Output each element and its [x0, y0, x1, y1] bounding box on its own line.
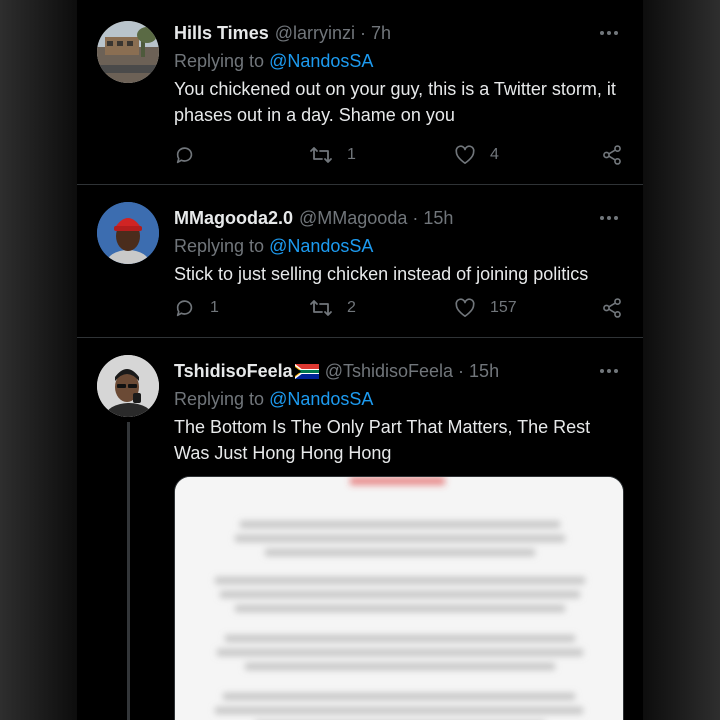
share-button[interactable] — [601, 140, 623, 170]
reply-icon — [176, 300, 193, 317]
like-icon — [455, 145, 475, 164]
avatar[interactable] — [97, 21, 159, 83]
share-button[interactable] — [601, 293, 623, 323]
replying-to: Replying to @NandosSA — [174, 386, 623, 412]
user-handle[interactable]: @MMagooda — [299, 205, 407, 231]
tweet-text: Stick to just selling chicken instead of… — [174, 264, 589, 284]
reply-thread: Hills Times @larryinzi · 7h Replying to … — [77, 0, 643, 720]
share-icon — [603, 145, 621, 165]
separator: · — [360, 23, 366, 43]
tweet-hills-times[interactable]: Hills Times @larryinzi · 7h Replying to … — [77, 0, 643, 185]
timestamp[interactable]: 7h — [371, 20, 391, 46]
south-africa-flag-icon — [294, 360, 319, 379]
like-button[interactable]: 157 — [454, 293, 517, 323]
like-icon — [455, 298, 475, 317]
replying-prefix: Replying to — [174, 236, 265, 256]
timestamp[interactable]: 15h — [469, 358, 499, 384]
action-bar: 1 2 157 — [174, 293, 623, 323]
retweet-button[interactable]: 2 — [309, 293, 356, 323]
like-count: 4 — [490, 146, 499, 163]
retweet-icon — [310, 147, 332, 163]
display-name[interactable]: TshidisoFeela — [174, 358, 293, 384]
mention-link[interactable]: @NandosSA — [269, 236, 373, 256]
avatar[interactable] — [97, 202, 159, 264]
separator: · — [458, 361, 465, 381]
tweet-mmagooda[interactable]: MMagooda2.0 @MMagooda · 15h Replying to … — [77, 185, 643, 338]
user-handle[interactable]: @larryinzi — [275, 20, 355, 46]
display-name[interactable]: Hills Times — [174, 20, 269, 46]
like-button[interactable]: 4 — [454, 140, 499, 170]
more-icon[interactable] — [595, 205, 623, 231]
tweet-tshidisofeela[interactable]: TshidisoFeela @TshidisoFeela · 15h Reply… — [77, 338, 643, 720]
action-bar: 1 4 — [174, 140, 623, 170]
mention-link[interactable]: @NandosSA — [269, 389, 373, 409]
reply-icon — [176, 147, 193, 164]
timestamp[interactable]: 15h — [423, 205, 453, 231]
share-icon — [603, 298, 621, 318]
reply-button[interactable]: 1 — [174, 293, 219, 323]
avatar[interactable] — [97, 355, 159, 417]
like-count: 157 — [490, 299, 517, 316]
retweet-icon — [310, 300, 332, 316]
tweet-header: TshidisoFeela @TshidisoFeela · 15h — [174, 358, 623, 384]
thread-line — [127, 422, 130, 720]
attached-image-blurred[interactable] — [174, 476, 624, 720]
tweet-header: Hills Times @larryinzi · 7h — [174, 20, 623, 46]
replying-prefix: Replying to — [174, 389, 265, 409]
more-icon[interactable] — [595, 20, 623, 46]
tweet-text: You chickened out on your guy, this is a… — [174, 79, 616, 125]
tweet-body: TshidisoFeela @TshidisoFeela · 15h Reply… — [174, 358, 623, 466]
retweet-count: 1 — [347, 146, 356, 163]
replying-prefix: Replying to — [174, 51, 265, 71]
tweet-text: The Bottom Is The Only Part That Matters… — [174, 417, 591, 463]
retweet-button[interactable]: 1 — [309, 140, 356, 170]
mention-link[interactable]: @NandosSA — [269, 51, 373, 71]
user-handle[interactable]: @TshidisoFeela — [325, 358, 453, 384]
display-name[interactable]: MMagooda2.0 — [174, 205, 293, 231]
more-icon[interactable] — [595, 358, 623, 384]
reply-count: 1 — [210, 299, 219, 316]
tweet-body: MMagooda2.0 @MMagooda · 15h Replying to … — [174, 205, 623, 287]
replying-to: Replying to @NandosSA — [174, 48, 623, 74]
replying-to: Replying to @NandosSA — [174, 233, 623, 259]
retweet-count: 2 — [347, 299, 356, 316]
separator: · — [412, 208, 419, 228]
reply-button[interactable] — [174, 140, 210, 170]
tweet-body: Hills Times @larryinzi · 7h Replying to … — [174, 20, 623, 128]
tweet-header: MMagooda2.0 @MMagooda · 15h — [174, 205, 623, 231]
